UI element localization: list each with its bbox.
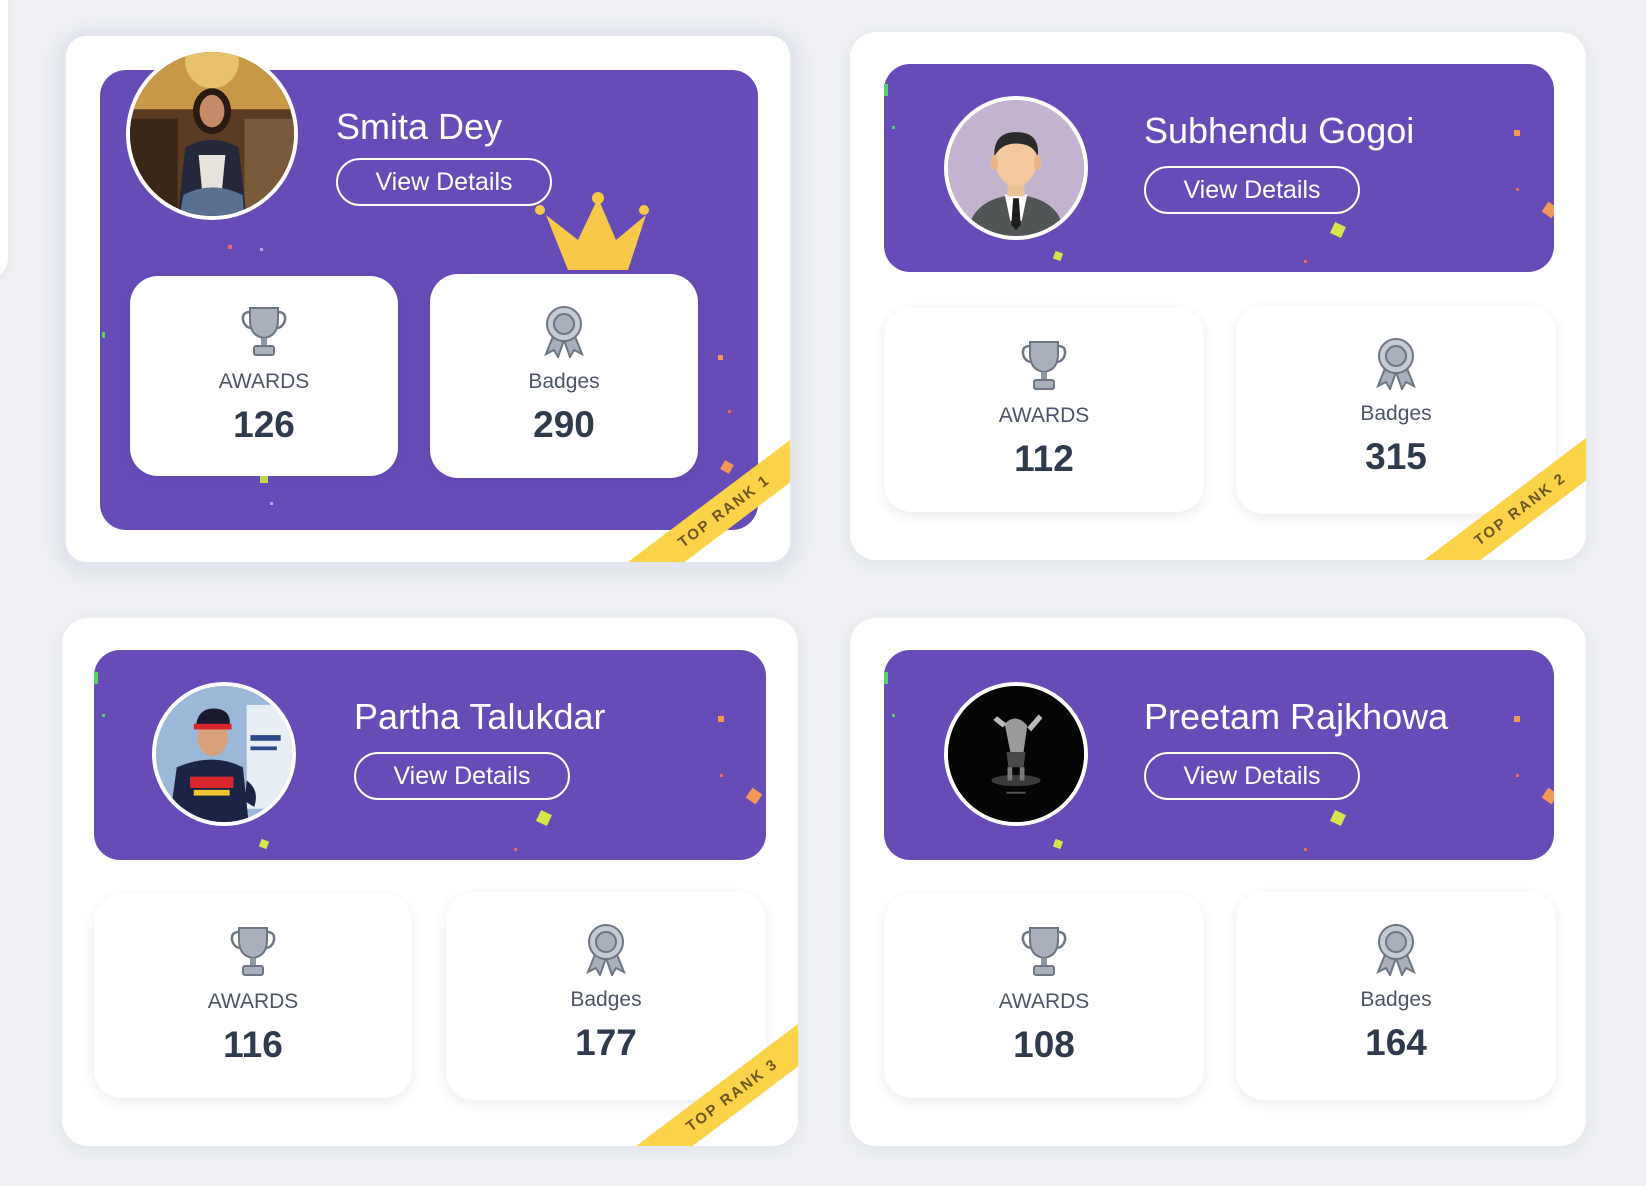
badges-value: 164	[1365, 1022, 1427, 1063]
profile-banner: Partha Talukdar View Details	[94, 650, 766, 860]
view-details-button[interactable]: View Details	[354, 752, 570, 800]
awards-stat: AWARDS 112	[884, 308, 1204, 512]
awards-label: AWARDS	[998, 404, 1090, 427]
badges-label: Badges	[1360, 988, 1432, 1011]
sidebar-edge	[0, 0, 8, 280]
crown-icon	[535, 192, 649, 270]
rank-label: TOP RANK 1	[620, 432, 790, 562]
leaderboard-card-4: Preetam Rajkhowa View Details AWARDS 108…	[850, 618, 1586, 1146]
awards-stat: AWARDS 116	[94, 894, 412, 1098]
profile-photo-dark	[948, 686, 1084, 822]
rank-ribbon: TOP RANK 3	[628, 1016, 798, 1146]
profile-name: Preetam Rajkhowa	[1144, 696, 1449, 737]
profile-photo-woman	[130, 52, 294, 216]
awards-stat: AWARDS 126	[130, 276, 398, 476]
rank-label: TOP RANK 2	[1416, 430, 1586, 560]
badges-label: Badges	[528, 370, 600, 393]
awards-stat: AWARDS 108	[884, 894, 1204, 1098]
trophy-icon	[241, 307, 287, 356]
avatar	[944, 96, 1088, 240]
view-details-button[interactable]: View Details	[1144, 752, 1360, 800]
badge-ribbon-icon	[586, 924, 626, 976]
profile-name: Subhendu Gogoi	[1144, 110, 1415, 151]
avatar	[126, 48, 298, 220]
badges-stat: Badges 164	[1236, 892, 1556, 1100]
leaderboard-card-rank-3: Partha Talukdar View Details AWARDS 116 …	[62, 618, 798, 1146]
view-details-button[interactable]: View Details	[1144, 166, 1360, 214]
rank-label: TOP RANK 3	[628, 1016, 798, 1146]
profile-banner: Preetam Rajkhowa View Details	[884, 650, 1554, 860]
view-details-button[interactable]: View Details	[336, 158, 552, 206]
badge-ribbon-icon	[1376, 338, 1416, 390]
badges-label: Badges	[570, 988, 642, 1011]
awards-value: 126	[233, 404, 295, 445]
profile-banner: Subhendu Gogoi View Details	[884, 64, 1554, 272]
profile-name: Smita Dey	[336, 106, 503, 147]
profile-name: Partha Talukdar	[354, 696, 606, 737]
awards-label: AWARDS	[998, 990, 1090, 1013]
rank-ribbon: TOP RANK 2	[1416, 430, 1586, 560]
badges-value: 290	[533, 404, 595, 445]
profile-photo-racer	[156, 686, 292, 822]
avatar	[152, 682, 296, 826]
trophy-icon	[1021, 341, 1067, 390]
badge-ribbon-icon	[1376, 924, 1416, 976]
awards-label: AWARDS	[218, 370, 310, 393]
badge-ribbon-icon	[544, 306, 584, 358]
rank-ribbon: TOP RANK 1	[620, 432, 790, 562]
awards-value: 116	[223, 1024, 283, 1065]
default-avatar-man	[948, 100, 1084, 236]
leaderboard-card-rank-2: Subhendu Gogoi View Details AWARDS 112 B…	[850, 32, 1586, 560]
awards-label: AWARDS	[207, 990, 299, 1013]
trophy-icon	[1021, 927, 1067, 976]
trophy-icon	[230, 927, 276, 976]
awards-value: 108	[1013, 1024, 1075, 1065]
leaderboard-card-rank-1: Smita Dey View Details AWARDS 126 Badges…	[60, 30, 796, 568]
avatar	[944, 682, 1088, 826]
awards-value: 112	[1014, 438, 1074, 479]
badges-label: Badges	[1360, 402, 1432, 425]
